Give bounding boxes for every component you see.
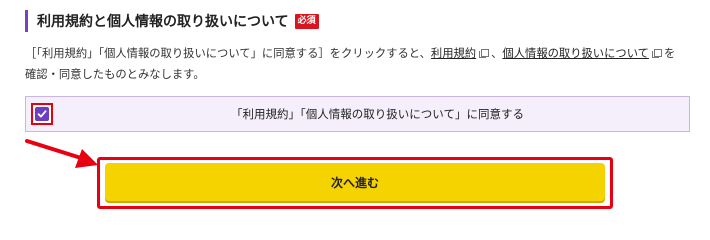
- description-text-after: を: [663, 47, 676, 60]
- red-arrow-icon: [25, 139, 98, 168]
- external-link-icon: [479, 49, 490, 58]
- terms-link[interactable]: 利用規約: [431, 47, 476, 60]
- checkbox-highlight: [31, 103, 53, 125]
- external-link-icon: [651, 49, 662, 58]
- description-text-line2: 確認・同意したものとみなします。: [25, 68, 205, 81]
- agreement-checkbox-row[interactable]: 「利用規約」「個人情報の取り扱いについて」に同意する: [25, 96, 690, 132]
- agree-label[interactable]: 「利用規約」「個人情報の取り扱いについて」に同意する: [66, 97, 689, 131]
- section-title: 利用規約と個人情報の取り扱いについて: [37, 14, 289, 30]
- agreement-description: ［「利用規約」「個人情報の取り扱いについて」に同意する］をクリックすると、利用規…: [25, 43, 690, 85]
- description-separator: 、: [491, 47, 503, 60]
- section-header: 利用規約と個人情報の取り扱いについて 必須: [25, 10, 319, 32]
- description-text: ［「利用規約」「個人情報の取り扱いについて」に同意する］をクリックすると、: [25, 47, 431, 60]
- required-badge: 必須: [294, 13, 319, 29]
- next-button[interactable]: 次へ進む: [105, 163, 605, 201]
- privacy-link[interactable]: 個人情報の取り扱いについて: [502, 47, 649, 60]
- agree-checkbox[interactable]: [35, 107, 49, 121]
- checkbox-checked-icon: [37, 110, 47, 118]
